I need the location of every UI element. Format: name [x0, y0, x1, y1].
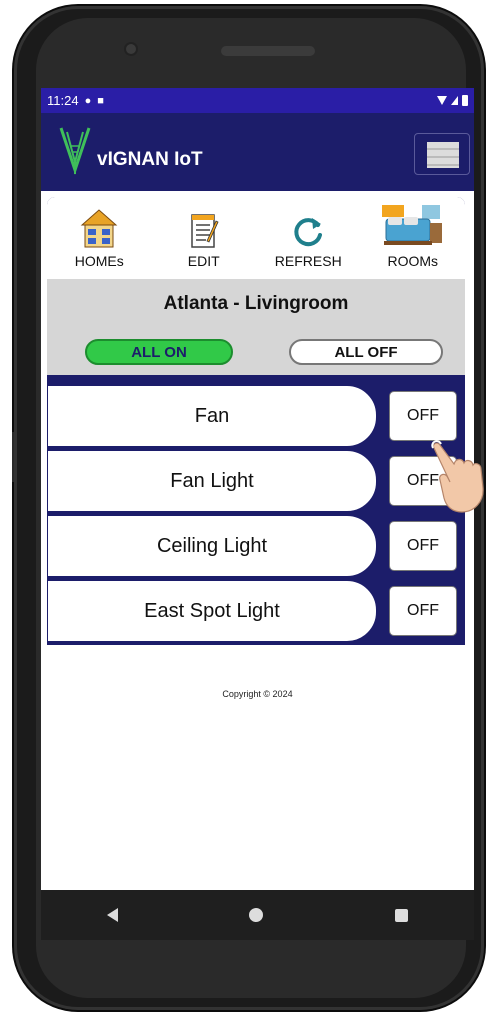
- edit-icon: [191, 214, 219, 248]
- hamburger-icon: [427, 142, 459, 168]
- edit-button[interactable]: EDIT: [152, 197, 257, 279]
- all-off-button[interactable]: ALL OFF: [289, 339, 443, 365]
- wifi-icon: [437, 96, 447, 105]
- homes-button[interactable]: HOMEs: [47, 197, 152, 279]
- device-toggle-button[interactable]: OFF: [389, 391, 457, 441]
- battery-icon: [462, 95, 468, 106]
- app-title: vIGNAN IoT: [97, 149, 203, 170]
- refresh-label: REFRESH: [274, 253, 342, 269]
- back-icon[interactable]: [106, 908, 118, 922]
- status-bar: 11:24 ● ■: [41, 88, 474, 113]
- homes-label: HOMEs: [74, 253, 124, 269]
- device-name: Ceiling Light: [47, 515, 377, 577]
- system-nav-bar: [41, 890, 474, 940]
- app-bar: vIGNAN IoT: [41, 113, 474, 191]
- device-row: Fan OFF: [47, 383, 465, 448]
- signal-icon: [451, 96, 458, 105]
- app-screen: 11:24 ● ■ vIGNAN IoT HOMEs EDIT REFRESH …: [41, 88, 474, 890]
- device-name: Fan Light: [47, 450, 377, 512]
- device-name: East Spot Light: [47, 580, 377, 642]
- device-row: East Spot Light OFF: [47, 578, 465, 643]
- device-name: Fan: [47, 385, 377, 447]
- front-camera: [126, 44, 136, 54]
- device-row: Ceiling Light OFF: [47, 513, 465, 578]
- device-toggle-button[interactable]: OFF: [389, 521, 457, 571]
- rooms-button[interactable]: ROOMs: [361, 197, 466, 279]
- phone-side-button: [12, 432, 14, 482]
- all-on-button[interactable]: ALL ON: [85, 339, 233, 365]
- toolbar: HOMEs EDIT REFRESH ROOMs: [47, 197, 465, 279]
- recent-apps-icon[interactable]: [395, 908, 409, 922]
- refresh-button[interactable]: REFRESH: [256, 197, 361, 279]
- home-icon[interactable]: [249, 908, 264, 922]
- rooms-label: ROOMs: [387, 253, 439, 269]
- status-time: 11:24: [47, 93, 79, 108]
- earpiece-speaker: [221, 46, 315, 56]
- house-icon: [80, 209, 118, 248]
- bedroom-icon: [381, 205, 442, 245]
- room-header: Atlanta - Livingroom ALL ON ALL OFF: [47, 279, 465, 375]
- pointing-hand-icon: [431, 440, 484, 513]
- main-content: HOMEs EDIT REFRESH ROOMs Atlanta - Livin…: [41, 191, 474, 890]
- device-toggle-button[interactable]: OFF: [389, 586, 457, 636]
- copyright-text: Copyright © 2024: [222, 689, 293, 699]
- device-row: Fan Light OFF: [47, 448, 465, 513]
- refresh-icon: [294, 218, 323, 247]
- app-logo-icon: [59, 127, 91, 175]
- menu-button[interactable]: [414, 133, 470, 175]
- edit-label: EDIT: [187, 253, 220, 269]
- sd-card-icon: ■: [97, 94, 104, 107]
- device-list: Fan OFF Fan Light OFF Ceiling Light OFF …: [47, 383, 465, 643]
- notification-icon: ●: [84, 94, 92, 107]
- room-title: Atlanta - Livingroom: [163, 293, 349, 314]
